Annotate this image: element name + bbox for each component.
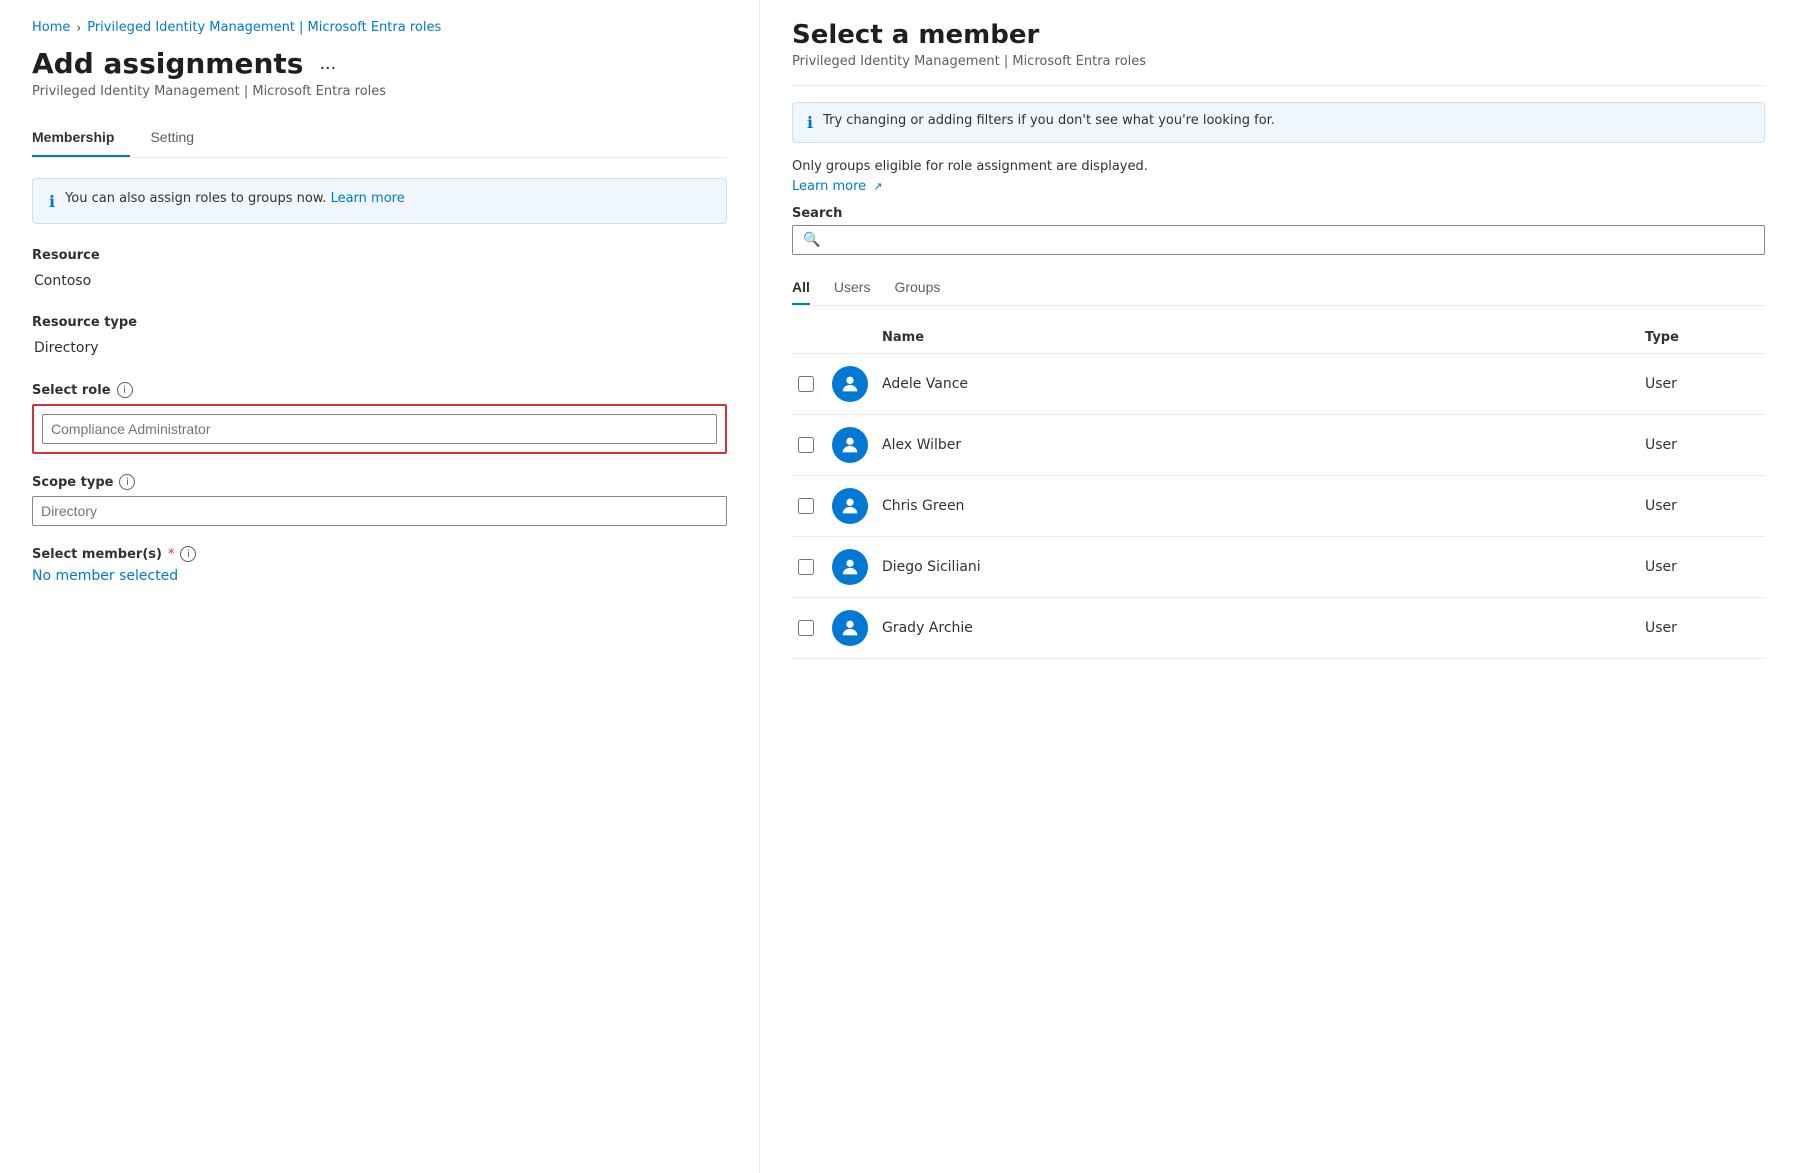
member-checkbox-2[interactable]	[798, 498, 814, 514]
select-members-info-icon[interactable]: i	[180, 546, 196, 562]
avatar-cell-2	[832, 476, 882, 537]
resource-type-label: Resource type	[32, 315, 727, 330]
search-input-wrap: 🔍	[792, 225, 1765, 255]
breadcrumb: Home › Privileged Identity Management | …	[32, 20, 727, 35]
member-name-1: Alex Wilber	[882, 415, 1645, 476]
resource-type-field-group: Resource type Directory	[32, 315, 727, 362]
right-panel: Select a member Privileged Identity Mana…	[760, 0, 1797, 1173]
filter-tab-groups[interactable]: Groups	[894, 271, 940, 305]
page-title: Add assignments	[32, 47, 303, 80]
select-members-label: Select member(s)	[32, 547, 162, 562]
member-checkbox-0[interactable]	[798, 376, 814, 392]
required-star: *	[168, 547, 175, 562]
select-role-field-group: Select role i	[32, 382, 727, 454]
member-type-1: User	[1645, 415, 1765, 476]
table-row: Grady Archie User	[792, 598, 1765, 659]
page-subtitle: Privileged Identity Management | Microso…	[32, 84, 727, 99]
member-name-2: Chris Green	[882, 476, 1645, 537]
table-row: Chris Green User	[792, 476, 1765, 537]
search-section: Search 🔍	[792, 206, 1765, 255]
member-type-4: User	[1645, 598, 1765, 659]
member-checkbox-1[interactable]	[798, 437, 814, 453]
info-box: ℹ You can also assign roles to groups no…	[32, 178, 727, 224]
member-type-0: User	[1645, 354, 1765, 415]
info-text: You can also assign roles to groups now.…	[65, 191, 405, 206]
breadcrumb-home[interactable]: Home	[32, 20, 70, 35]
breadcrumb-sep-1: ›	[76, 21, 81, 35]
groups-notice-text: Only groups eligible for role assignment…	[792, 159, 1765, 174]
member-checkbox-4[interactable]	[798, 620, 814, 636]
breadcrumb-pim[interactable]: Privileged Identity Management | Microso…	[87, 20, 441, 35]
filter-tab-all[interactable]: All	[792, 271, 810, 305]
checkbox-cell-1	[792, 415, 832, 476]
left-panel: Home › Privileged Identity Management | …	[0, 0, 760, 1173]
info-learn-more-link[interactable]: Learn more	[331, 191, 405, 206]
table-header-row: Name Type	[792, 322, 1765, 354]
table-row: Diego Siciliani User	[792, 537, 1765, 598]
search-input[interactable]	[828, 232, 1754, 248]
select-role-info-icon[interactable]: i	[117, 382, 133, 398]
member-name-4: Grady Archie	[882, 598, 1645, 659]
col-header-type: Type	[1645, 322, 1765, 354]
tab-setting[interactable]: Setting	[150, 119, 210, 157]
avatar-cell-0	[832, 354, 882, 415]
resource-value: Contoso	[32, 267, 727, 295]
filter-notice: ℹ Try changing or adding filters if you …	[792, 102, 1765, 143]
scope-type-info-icon[interactable]: i	[119, 474, 135, 490]
col-header-avatar	[832, 322, 882, 354]
info-icon: ℹ	[49, 192, 55, 211]
avatar-4	[832, 610, 868, 646]
learn-more-link[interactable]: Learn more ↗	[792, 179, 883, 194]
select-members-label-row: Select member(s) * i	[32, 546, 727, 562]
select-role-input[interactable]	[42, 414, 717, 444]
panel-title: Select a member	[792, 20, 1765, 50]
avatar-2	[832, 488, 868, 524]
panel-subtitle: Privileged Identity Management | Microso…	[792, 54, 1765, 69]
avatar-cell-3	[832, 537, 882, 598]
external-link-icon: ↗	[873, 180, 882, 193]
col-header-check	[792, 322, 832, 354]
ellipsis-button[interactable]: ...	[313, 50, 342, 77]
avatar-1	[832, 427, 868, 463]
filter-tab-users[interactable]: Users	[834, 271, 871, 305]
resource-label: Resource	[32, 248, 727, 263]
resource-type-value: Directory	[32, 334, 727, 362]
table-row: Alex Wilber User	[792, 415, 1765, 476]
filter-tabs: All Users Groups	[792, 271, 1765, 306]
scope-type-label: Scope type	[32, 475, 113, 490]
search-label: Search	[792, 206, 1765, 221]
col-header-name: Name	[882, 322, 1645, 354]
checkbox-cell-2	[792, 476, 832, 537]
select-role-label: Select role	[32, 383, 111, 398]
select-role-box	[32, 404, 727, 454]
tabs-container: Membership Setting	[32, 119, 727, 158]
resource-field-group: Resource Contoso	[32, 248, 727, 295]
member-type-3: User	[1645, 537, 1765, 598]
page-title-row: Add assignments ...	[32, 47, 727, 80]
member-checkbox-3[interactable]	[798, 559, 814, 575]
select-role-label-row: Select role i	[32, 382, 727, 398]
no-member-text: No member selected	[32, 568, 727, 584]
member-type-2: User	[1645, 476, 1765, 537]
checkbox-cell-4	[792, 598, 832, 659]
avatar-cell-4	[832, 598, 882, 659]
member-name-0: Adele Vance	[882, 354, 1645, 415]
tab-membership[interactable]: Membership	[32, 119, 130, 157]
filter-notice-text: Try changing or adding filters if you do…	[823, 113, 1275, 128]
scope-type-label-row: Scope type i	[32, 474, 727, 490]
member-table: Name Type Adele Vance User	[792, 322, 1765, 659]
avatar-cell-1	[832, 415, 882, 476]
scope-type-field-group: Scope type i	[32, 474, 727, 526]
avatar-3	[832, 549, 868, 585]
checkbox-cell-3	[792, 537, 832, 598]
avatar-0	[832, 366, 868, 402]
search-icon: 🔍	[803, 232, 820, 248]
table-row: Adele Vance User	[792, 354, 1765, 415]
select-members-field-group: Select member(s) * i No member selected	[32, 546, 727, 584]
member-name-3: Diego Siciliani	[882, 537, 1645, 598]
scope-type-input[interactable]	[32, 496, 727, 526]
panel-divider	[792, 85, 1765, 86]
checkbox-cell-0	[792, 354, 832, 415]
filter-notice-icon: ℹ	[807, 113, 813, 132]
